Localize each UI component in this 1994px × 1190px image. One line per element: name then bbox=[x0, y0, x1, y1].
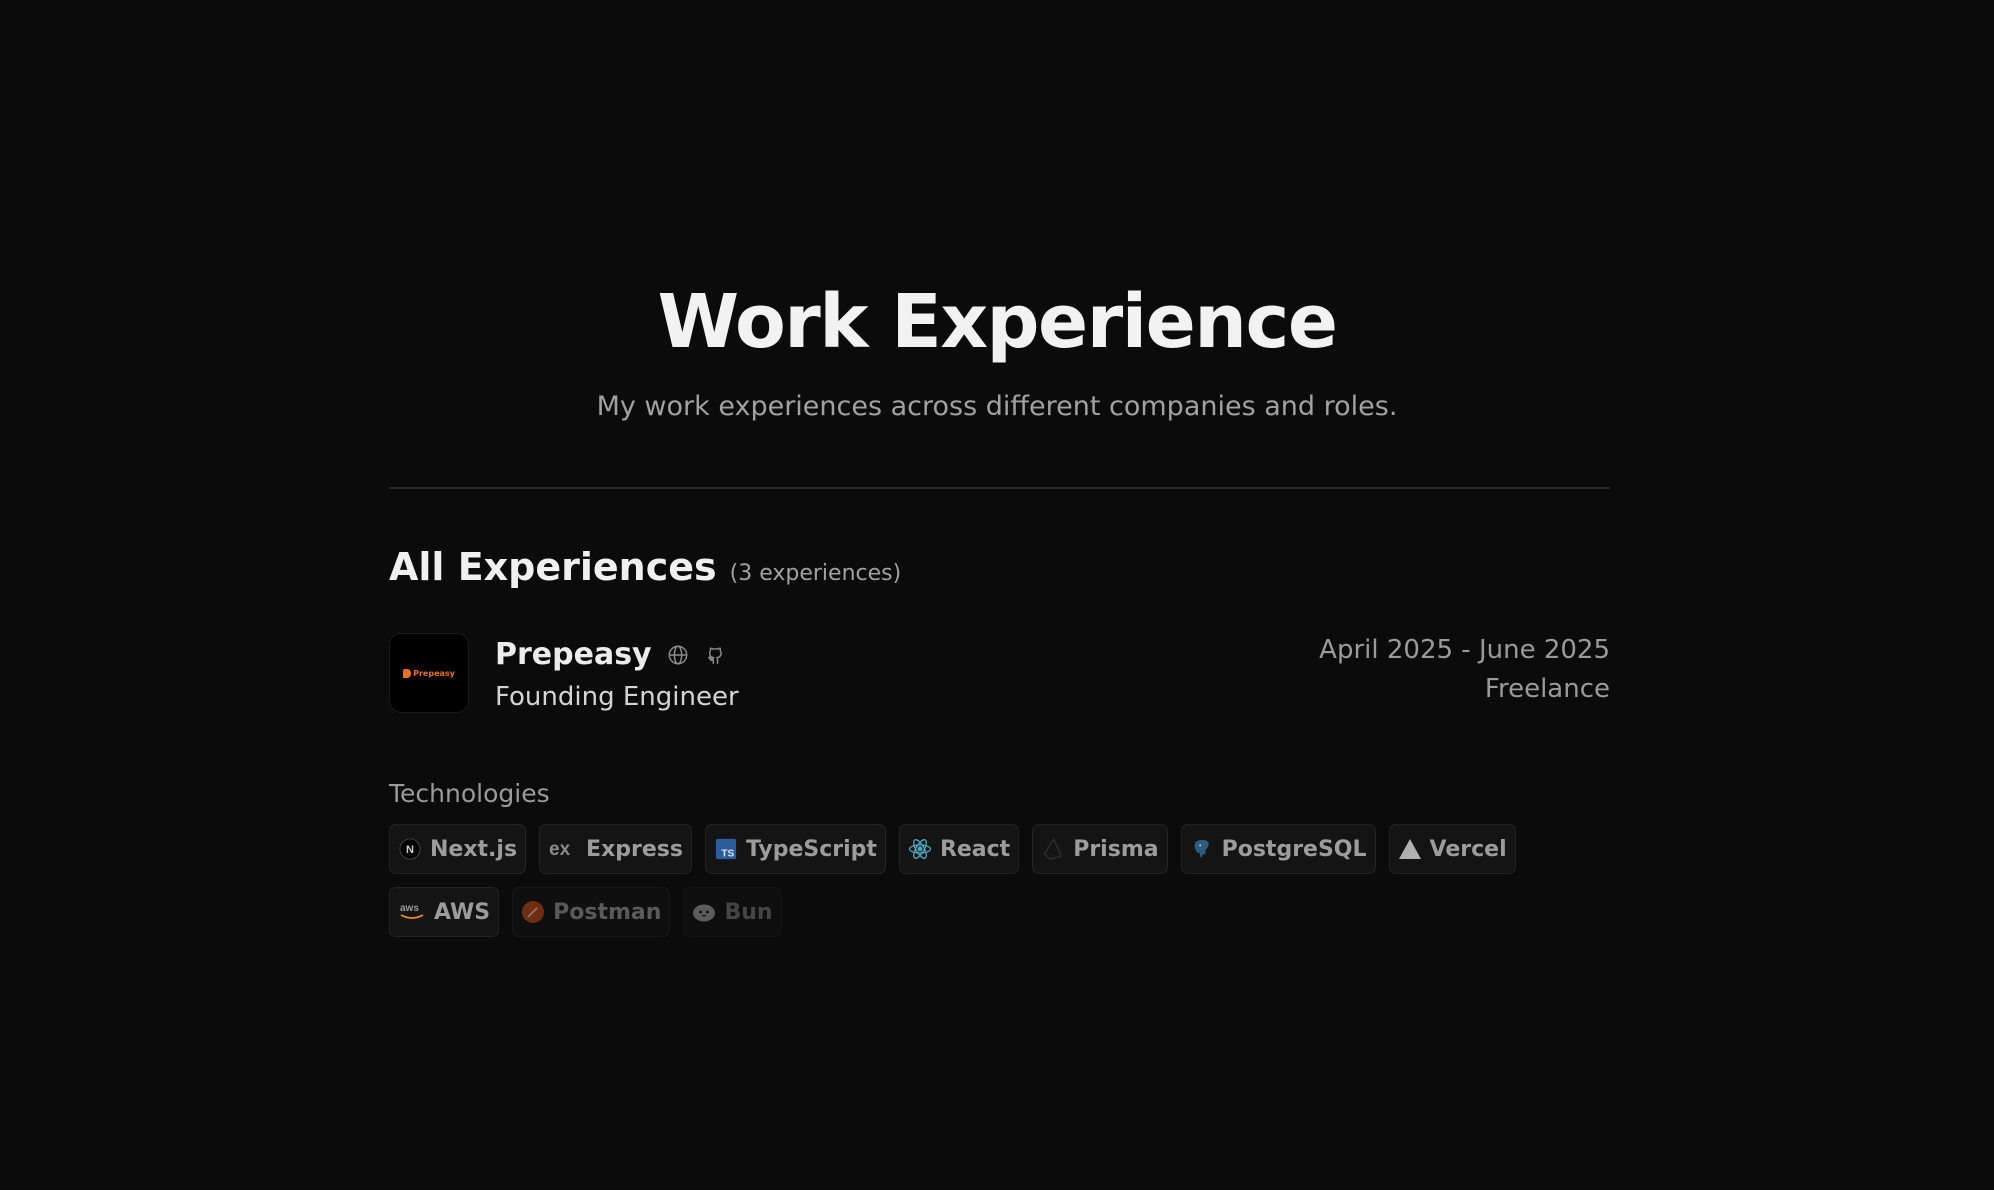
divider bbox=[389, 487, 1610, 489]
tech-chip-label: AWS bbox=[434, 899, 491, 925]
section-header: All Experiences (3 experiences) bbox=[389, 545, 1610, 589]
company-row: Prepeasy bbox=[495, 637, 739, 672]
tech-chip-aws: aws AWS bbox=[389, 887, 500, 937]
tech-chip-label: Express bbox=[586, 836, 683, 862]
company-name: Prepeasy bbox=[495, 637, 652, 672]
tech-chip-typescript: TS TypeScript bbox=[704, 824, 886, 874]
hero: Work Experience My work experiences acro… bbox=[0, 275, 1994, 424]
experience-main: Prepeasy Founding Engineer bbox=[495, 637, 739, 712]
svg-text:aws: aws bbox=[400, 903, 419, 914]
technologies-label: Technologies bbox=[389, 779, 550, 808]
tech-chip-label: Vercel bbox=[1429, 836, 1507, 862]
page-title: Work Experience bbox=[657, 279, 1338, 365]
date-range: April 2025 - June 2025 bbox=[1319, 635, 1610, 665]
postman-icon bbox=[521, 900, 545, 924]
svg-text:ex: ex bbox=[549, 839, 571, 860]
tech-chip-label: Next.js bbox=[430, 836, 518, 862]
tech-chip-postman: Postman bbox=[512, 887, 671, 937]
section-title: All Experiences bbox=[389, 545, 717, 589]
experiences-section: All Experiences (3 experiences) Prepeasy… bbox=[389, 545, 1610, 937]
experience-count: (3 experiences) bbox=[729, 561, 902, 586]
tech-chip-label: Prisma bbox=[1073, 836, 1159, 862]
vercel-icon bbox=[1398, 837, 1422, 861]
company-logo: Prepeasy bbox=[389, 633, 469, 713]
tech-chip-label: PostgreSQL bbox=[1221, 836, 1367, 862]
svg-text:N: N bbox=[406, 844, 414, 856]
react-icon bbox=[908, 837, 932, 861]
tech-chip-label: TypeScript bbox=[745, 836, 877, 862]
github-icon[interactable] bbox=[704, 643, 728, 667]
experience-card: Prepeasy Prepeasy Founding Engineer Apri… bbox=[389, 633, 1610, 715]
tech-chip-nextjs: N Next.js bbox=[389, 824, 527, 874]
typescript-icon: TS bbox=[714, 837, 738, 861]
page-subtitle: My work experiences across different com… bbox=[596, 391, 1398, 422]
prepeasy-logo-icon: Prepeasy bbox=[403, 668, 455, 678]
technologies-list: N Next.js ex Express TS TypeScript React… bbox=[389, 824, 1610, 937]
svg-text:TS: TS bbox=[721, 848, 734, 859]
express-icon: ex bbox=[548, 837, 578, 861]
role-title: Founding Engineer bbox=[495, 682, 739, 712]
tech-chip-vercel: Vercel bbox=[1388, 824, 1516, 874]
tech-chip-label: Bun bbox=[724, 899, 773, 925]
globe-icon[interactable] bbox=[666, 643, 690, 667]
tech-chip-prisma: Prisma bbox=[1032, 824, 1168, 874]
tech-chip-label: React bbox=[939, 836, 1011, 862]
tech-chip-react: React bbox=[898, 824, 1020, 874]
tech-chip-express: ex Express bbox=[539, 824, 692, 874]
postgresql-icon bbox=[1190, 837, 1214, 861]
tech-chip-bun: Bun bbox=[683, 887, 782, 937]
experience-meta: April 2025 - June 2025 Freelance bbox=[1319, 633, 1610, 706]
aws-icon: aws bbox=[398, 900, 426, 924]
bun-icon bbox=[692, 900, 716, 924]
tech-chip-postgresql: PostgreSQL bbox=[1180, 824, 1376, 874]
tech-chip-label: Postman bbox=[553, 899, 662, 925]
employment-type: Freelance bbox=[1484, 674, 1610, 704]
prisma-icon bbox=[1041, 837, 1065, 861]
logo-text: Prepeasy bbox=[413, 668, 455, 678]
page: Work Experience My work experiences acro… bbox=[0, 0, 1994, 1190]
nextjs-icon: N bbox=[398, 837, 422, 861]
